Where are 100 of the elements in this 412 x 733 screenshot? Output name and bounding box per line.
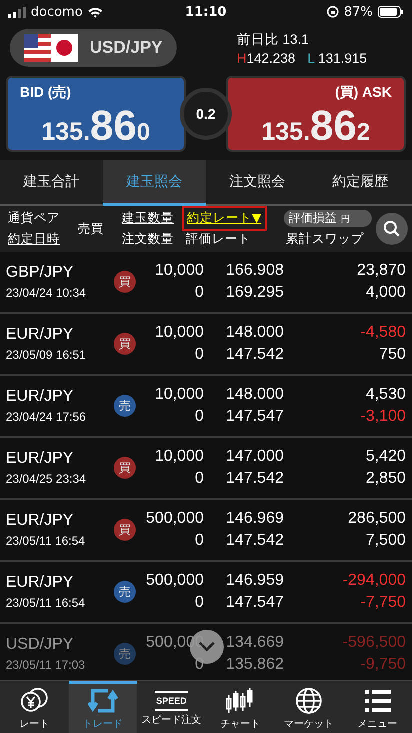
profit-loss: 5,420 — [366, 448, 406, 466]
valuation-rate: 169.295 — [226, 284, 284, 302]
currency-pair: EUR/JPY — [6, 450, 75, 468]
position-quantity: 10,000 — [155, 386, 204, 404]
column-header[interactable]: 通貨ペア — [6, 210, 76, 227]
trade-date: 23/05/11 17:03 — [6, 658, 86, 672]
position-quantity: 10,000 — [155, 324, 204, 342]
side-badge: 売 — [114, 643, 136, 665]
column-header[interactable]: 評価レート — [184, 231, 253, 248]
side-badge: 買 — [114, 333, 136, 355]
trade-date: 23/04/24 10:34 — [6, 286, 88, 300]
nav-tab[interactable]: チャート — [206, 681, 275, 733]
valuation-rate: 147.542 — [226, 470, 284, 488]
valuation-rate: 147.547 — [226, 408, 284, 426]
swap-amount: -3,100 — [360, 408, 406, 426]
signal-icon — [8, 6, 26, 18]
profit-loss: -294,000 — [342, 572, 406, 590]
bid-sell-button[interactable]: BID (売) 135.860 — [6, 76, 186, 152]
position-quantity: 500,000 — [146, 572, 204, 590]
side-badge: 売 — [114, 395, 136, 417]
column-header[interactable]: 累計スワップ — [284, 231, 372, 248]
currency-pair: EUR/JPY — [6, 388, 75, 406]
column-header[interactable]: 建玉数量 — [120, 210, 184, 227]
battery-percent: 87% — [344, 4, 373, 20]
order-quantity: 0 — [195, 532, 204, 550]
candlestick-icon — [225, 686, 256, 714]
profit-loss: 23,870 — [357, 262, 406, 280]
search-icon — [383, 220, 401, 238]
tab[interactable]: 建玉合計 — [0, 160, 103, 206]
currency-pair: GBP/JPY — [6, 264, 75, 282]
carrier-name: docomo — [31, 4, 83, 20]
trade-date: 23/05/11 16:54 — [6, 534, 86, 548]
trade-rate: 146.969 — [226, 510, 284, 528]
rotation-lock-icon — [327, 6, 340, 18]
nav-tab[interactable]: マーケット — [274, 681, 344, 733]
trade-rate: 146.959 — [226, 572, 284, 590]
clock-time: 11:10 — [185, 4, 227, 20]
valuation-rate: 147.542 — [226, 346, 284, 364]
nav-tab[interactable]: SPEED スピード注文 — [137, 681, 206, 733]
column-header[interactable]: 約定日時 — [6, 231, 76, 248]
profit-loss: -596,500 — [342, 634, 406, 652]
currency-pair-selector[interactable]: USD/JPY — [10, 29, 177, 67]
valuation-rate: 135.862 — [226, 656, 284, 674]
trade-rate: 147.000 — [226, 448, 284, 466]
position-quantity: 10,000 — [155, 262, 204, 280]
battery-icon — [378, 6, 404, 18]
column-header[interactable]: 注文数量 — [120, 231, 184, 248]
order-quantity: 0 — [195, 284, 204, 302]
wifi-icon — [88, 6, 103, 18]
trade-rate: 166.908 — [226, 262, 284, 280]
profit-loss: 286,500 — [348, 510, 406, 528]
flag-pair-icon — [24, 34, 78, 62]
currency-pair: EUR/JPY — [6, 512, 75, 530]
trade-rate: 148.000 — [226, 324, 284, 342]
yen-coins-icon — [19, 686, 50, 714]
currency-pair: EUR/JPY — [6, 326, 75, 344]
swap-amount: 2,850 — [366, 470, 406, 488]
high-price: H142.238 — [237, 50, 296, 66]
swap-amount: -9,750 — [360, 656, 406, 674]
trade-date: 23/04/25 23:34 — [6, 472, 88, 486]
side-badge: 売 — [114, 581, 136, 603]
trade-rate: 148.000 — [226, 386, 284, 404]
valuation-rate: 147.542 — [226, 532, 284, 550]
tab[interactable]: 建玉照会 — [103, 160, 206, 206]
tab[interactable]: 注文照会 — [206, 160, 309, 206]
nav-tab[interactable]: トレード — [68, 681, 138, 733]
low-price: L 131.915 — [308, 50, 368, 66]
swap-amount: 4,000 — [366, 284, 406, 302]
order-quantity: 0 — [195, 470, 204, 488]
trade-date: 23/05/11 16:54 — [6, 596, 86, 610]
trade-date: 23/05/09 16:51 — [6, 348, 88, 362]
position-quantity: 10,000 — [155, 448, 204, 466]
order-quantity: 0 — [195, 594, 204, 612]
side-badge: 買 — [114, 271, 136, 293]
order-quantity: 0 — [195, 346, 204, 364]
tab[interactable]: 約定履歴 — [309, 160, 412, 206]
ask-buy-button[interactable]: (買) ASK 135.862 — [226, 76, 406, 152]
column-header[interactable]: 売買 — [76, 220, 120, 238]
swap-amount: 750 — [379, 346, 406, 364]
swap-arrows-icon — [88, 686, 118, 714]
side-badge: 買 — [114, 519, 136, 541]
swap-amount: -7,750 — [360, 594, 406, 612]
search-button[interactable] — [376, 213, 408, 245]
nav-tab[interactable]: レート — [0, 681, 69, 733]
trade-rate: 134.669 — [226, 634, 284, 652]
currency-pair: USD/JPY — [6, 636, 75, 654]
order-quantity: 0 — [195, 408, 204, 426]
profit-loss-toggle[interactable]: 評価損益 円 — [284, 210, 372, 227]
sort-column-header[interactable]: 約定レート▼ — [184, 208, 265, 229]
daily-change: 前日比 13.1 — [237, 30, 310, 48]
swap-amount: 7,500 — [366, 532, 406, 550]
position-quantity: 500,000 — [146, 510, 204, 528]
trade-date: 23/04/24 17:56 — [6, 410, 88, 424]
nav-tab[interactable]: メニュー — [343, 681, 412, 733]
valuation-rate: 147.547 — [226, 594, 284, 612]
side-badge: 買 — [114, 457, 136, 479]
profit-loss: -4,580 — [360, 324, 406, 342]
globe-icon — [294, 686, 324, 714]
currency-pair: EUR/JPY — [6, 574, 75, 592]
profit-loss: 4,530 — [366, 386, 406, 404]
